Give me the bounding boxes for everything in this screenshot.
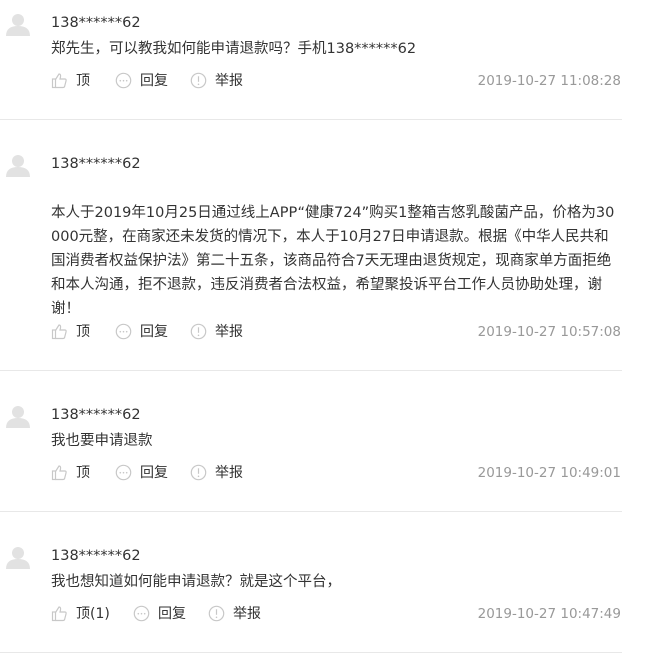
comment-username[interactable]: 138******62 xyxy=(51,154,141,174)
avatar-icon[interactable] xyxy=(6,404,30,428)
chat-bubble-icon xyxy=(115,72,132,89)
report-button[interactable]: 举报 xyxy=(190,462,243,482)
chat-bubble-icon xyxy=(133,605,150,622)
comment-username[interactable]: 138******62 xyxy=(51,13,141,33)
like-button[interactable]: 顶 xyxy=(51,462,90,482)
reply-button[interactable]: 回复 xyxy=(133,603,186,623)
chat-bubble-icon xyxy=(115,323,132,340)
comment-item: 138******62 我也想知道如何能申请退款？就是这个平台， 顶(1) 回复… xyxy=(0,512,622,652)
like-button[interactable]: 顶 xyxy=(51,70,90,90)
exclamation-circle-icon xyxy=(190,464,207,481)
comment-text: 郑先生，可以教我如何能申请退款吗？手机138******62 xyxy=(51,41,417,57)
report-label: 举报 xyxy=(233,606,261,622)
avatar-icon[interactable] xyxy=(6,12,30,36)
comment-text: 我也想知道如何能申请退款？就是这个平台， xyxy=(51,574,341,590)
report-label: 举报 xyxy=(215,324,243,340)
comment-item: 138******62 我也要申请退款 顶 回复 举报 2019-10-27 1… xyxy=(0,371,622,511)
reply-button[interactable]: 回复 xyxy=(115,462,168,482)
comment-timestamp: 2019-10-27 10:47:49 xyxy=(477,606,621,622)
report-label: 举报 xyxy=(215,465,243,481)
avatar-icon[interactable] xyxy=(6,153,30,177)
reply-button[interactable]: 回复 xyxy=(115,70,168,90)
comment-text: 本人于2019年10月25日通过线上APP“健康724”购买1整箱吉悠乳酸菌产品… xyxy=(51,205,615,317)
exclamation-circle-icon xyxy=(190,72,207,89)
report-label: 举报 xyxy=(215,73,243,89)
thumbs-up-icon xyxy=(51,323,68,340)
thumbs-up-icon xyxy=(51,605,68,622)
comment-username[interactable]: 138******62 xyxy=(51,405,141,425)
chat-bubble-icon xyxy=(115,464,132,481)
report-button[interactable]: 举报 xyxy=(190,321,243,341)
thumbs-up-icon xyxy=(51,464,68,481)
comment-item: 138******62 本人于2019年10月25日通过线上APP“健康724”… xyxy=(0,120,622,370)
like-button[interactable]: 顶 xyxy=(51,321,90,341)
reply-label: 回复 xyxy=(140,73,168,89)
comment-timestamp: 2019-10-27 11:08:28 xyxy=(477,73,621,89)
like-label: 顶 xyxy=(76,73,90,89)
like-label: 顶(1) xyxy=(76,606,110,622)
comment-text: 我也要申请退款 xyxy=(51,433,153,449)
like-label: 顶 xyxy=(76,465,90,481)
report-button[interactable]: 举报 xyxy=(190,70,243,90)
reply-button[interactable]: 回复 xyxy=(115,321,168,341)
report-button[interactable]: 举报 xyxy=(208,603,261,623)
comment-timestamp: 2019-10-27 10:49:01 xyxy=(477,465,621,481)
avatar-icon[interactable] xyxy=(6,545,30,569)
comment-item: 138******62 郑先生，可以教我如何能申请退款吗？手机138******… xyxy=(0,0,622,120)
divider xyxy=(0,652,622,653)
comment-timestamp: 2019-10-27 10:57:08 xyxy=(477,324,621,340)
reply-label: 回复 xyxy=(140,465,168,481)
reply-label: 回复 xyxy=(140,324,168,340)
exclamation-circle-icon xyxy=(190,323,207,340)
like-button[interactable]: 顶(1) xyxy=(51,603,110,623)
reply-label: 回复 xyxy=(158,606,186,622)
like-label: 顶 xyxy=(76,324,90,340)
thumbs-up-icon xyxy=(51,72,68,89)
comment-username[interactable]: 138******62 xyxy=(51,546,141,566)
exclamation-circle-icon xyxy=(208,605,225,622)
